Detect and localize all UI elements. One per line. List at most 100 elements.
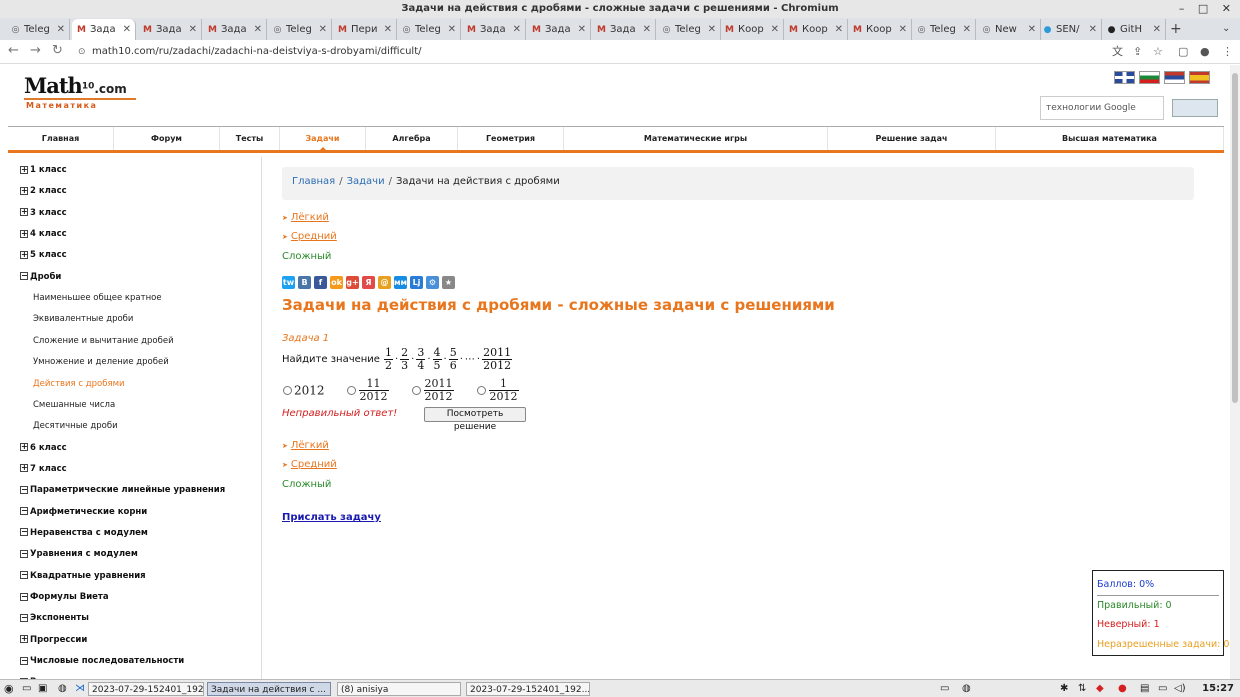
url-field[interactable]: math10.com/ru/zadachi/zadachi-na-deistvi… (92, 44, 421, 60)
radio-button[interactable] (283, 386, 292, 396)
collapse-icon[interactable]: − (20, 592, 28, 601)
browser-tab[interactable]: M Зада ✕ (138, 19, 202, 40)
sidebar-category[interactable]: +5 класс (20, 249, 67, 261)
browser-tab[interactable]: M Зада ✕ (592, 19, 656, 40)
close-tab-icon[interactable]: ✕ (643, 19, 651, 40)
taskbar-item-screenshot-2[interactable]: 2023-07-29-152401_192... (466, 682, 590, 696)
reload-button[interactable]: ↻ (52, 43, 63, 59)
show-desktop-icon[interactable]: ▭ (22, 682, 31, 696)
collapse-icon[interactable]: − (20, 571, 28, 580)
social-share-icon[interactable]: @ (378, 276, 391, 289)
social-share-icon[interactable]: ⚙ (426, 276, 439, 289)
menu-item[interactable]: Решение задач (828, 127, 996, 150)
browser-launcher-icon[interactable]: ◍ (58, 682, 67, 696)
close-tab-icon[interactable]: ✕ (1089, 19, 1097, 40)
tray-network-icon[interactable]: ⇅ (1078, 682, 1086, 696)
sidebar-category[interactable]: − Экспоненты (20, 612, 89, 624)
profile-icon[interactable]: ● (1200, 44, 1210, 60)
expand-icon[interactable]: + (20, 208, 28, 217)
level-medium-link-bottom[interactable]: ➤ Средний (282, 459, 337, 470)
social-share-icon[interactable]: Я (362, 276, 375, 289)
sidebar-subitem[interactable]: Умножение и деление дробей (33, 356, 169, 368)
collapse-icon[interactable]: − (20, 528, 28, 537)
social-share-icon[interactable]: Lj (410, 276, 423, 289)
close-tab-icon[interactable]: ✕ (57, 19, 65, 40)
sidebar-category[interactable]: +7 класс (20, 463, 67, 475)
radio-button[interactable] (411, 386, 421, 395)
close-tab-icon[interactable]: ✕ (254, 19, 262, 40)
collapse-icon[interactable]: − (20, 656, 28, 665)
close-tab-icon[interactable]: ✕ (771, 19, 779, 40)
close-tab-icon[interactable]: ✕ (963, 19, 971, 40)
send-task-link[interactable]: Прислать задачу (282, 512, 381, 523)
menu-item[interactable]: Форум (114, 127, 220, 150)
browser-tab[interactable]: M Пери ✕ (333, 19, 397, 40)
breadcrumb-home[interactable]: Главная (292, 176, 335, 187)
browser-tab[interactable]: ◎ Teleg ✕ (397, 19, 461, 40)
browser-tab[interactable]: M Коор ✕ (848, 19, 912, 40)
tray-browser-icon[interactable]: ◍ (962, 682, 971, 696)
sidebar-category[interactable]: − Квадратные уравнения (20, 570, 146, 582)
answer-option[interactable]: 1 2012 (476, 378, 520, 403)
menu-item[interactable]: Главная (8, 127, 114, 150)
answer-option[interactable]: 2012 (283, 383, 325, 398)
tray-notification-icon[interactable]: ● (1118, 682, 1127, 696)
close-tab-icon[interactable]: ✕ (319, 19, 327, 40)
tray-window-icon[interactable]: ▭ (940, 682, 949, 696)
tray-volume-icon[interactable]: ◁) (1174, 682, 1186, 696)
sidebar-category[interactable]: − Неравенства с модулем (20, 527, 148, 539)
sidebar-subitem[interactable]: Эквивалентные дроби (33, 313, 133, 325)
sidebar-category[interactable]: +2 класс (20, 185, 67, 197)
collapse-icon[interactable]: − (20, 613, 28, 622)
site-search-input[interactable]: технологии Google (1040, 96, 1164, 120)
answer-option[interactable]: 11 2012 (346, 378, 390, 403)
bookmark-star-icon[interactable]: ☆ (1153, 44, 1163, 60)
english-flag-icon[interactable] (1114, 71, 1135, 84)
sidebar-subitem[interactable]: Сложение и вычитание дробей (33, 335, 174, 347)
social-share-icon[interactable]: ok (330, 276, 343, 289)
close-tab-icon[interactable]: ✕ (1153, 19, 1161, 40)
window-controls[interactable]: – □ ✕ (1179, 0, 1236, 18)
social-share-icon[interactable]: f (314, 276, 327, 289)
close-tab-icon[interactable]: ✕ (123, 19, 131, 40)
tray-keyboard-icon[interactable]: ▤ (1140, 682, 1149, 696)
taskbar-item-screenshot-1[interactable]: 2023-07-29-152401_192... (88, 682, 204, 696)
social-share-icon[interactable]: tw (282, 276, 295, 289)
tray-security-icon[interactable]: ◆ (1096, 682, 1104, 696)
expand-icon[interactable]: + (20, 635, 28, 644)
collapse-icon[interactable]: − (20, 272, 28, 281)
file-manager-icon[interactable]: ▣ (38, 682, 47, 696)
browser-tab[interactable]: M Зада ✕ (72, 19, 136, 40)
sidebar-subitem[interactable]: Смешанные числа (33, 399, 115, 411)
close-tab-icon[interactable]: ✕ (448, 19, 456, 40)
close-tab-icon[interactable]: ✕ (899, 19, 907, 40)
bulgarian-flag-icon[interactable] (1139, 71, 1160, 84)
close-tab-icon[interactable]: ✕ (384, 19, 392, 40)
browser-tab[interactable]: M Коор ✕ (720, 19, 784, 40)
browser-tab[interactable]: ◎ Teleg ✕ (268, 19, 332, 40)
spanish-flag-icon[interactable] (1189, 71, 1210, 84)
sidebar-category[interactable]: − Уравнения с модулем (20, 548, 138, 560)
menu-item[interactable]: Математические игры (564, 127, 828, 150)
close-tab-icon[interactable]: ✕ (1028, 19, 1036, 40)
lock-icon[interactable]: ⊙ (78, 44, 86, 60)
breadcrumb-section[interactable]: Задачи (347, 176, 385, 187)
sidebar-category[interactable]: +1 класс (20, 164, 67, 176)
collapse-icon[interactable]: − (20, 485, 28, 494)
menu-item[interactable]: Алгебра (366, 127, 458, 150)
expand-icon[interactable]: + (20, 464, 28, 473)
menu-item[interactable]: Геометрия (458, 127, 564, 150)
collapse-icon[interactable]: − (20, 549, 28, 558)
browser-tab[interactable]: ◎ New ✕ (977, 19, 1041, 40)
browser-tab[interactable]: ● GitH ✕ (1102, 19, 1166, 40)
social-share-icon[interactable]: ★ (442, 276, 455, 289)
level-easy-link[interactable]: ➤ Лёгкий (282, 212, 329, 223)
site-logo[interactable]: Math10.com Математика (24, 73, 139, 113)
sidebar-category[interactable]: + Прогрессии (20, 634, 87, 646)
sidebar-subitem[interactable]: Наименьшее общее кратное (33, 292, 162, 304)
browser-tab[interactable]: ◎ Teleg ✕ (912, 19, 976, 40)
new-tab-button[interactable]: + (1170, 18, 1182, 40)
menu-kebab-icon[interactable]: ⋮ (1222, 44, 1233, 60)
scrollbar-thumb[interactable] (1232, 73, 1238, 403)
share-icon[interactable]: ⇪ (1133, 44, 1142, 60)
